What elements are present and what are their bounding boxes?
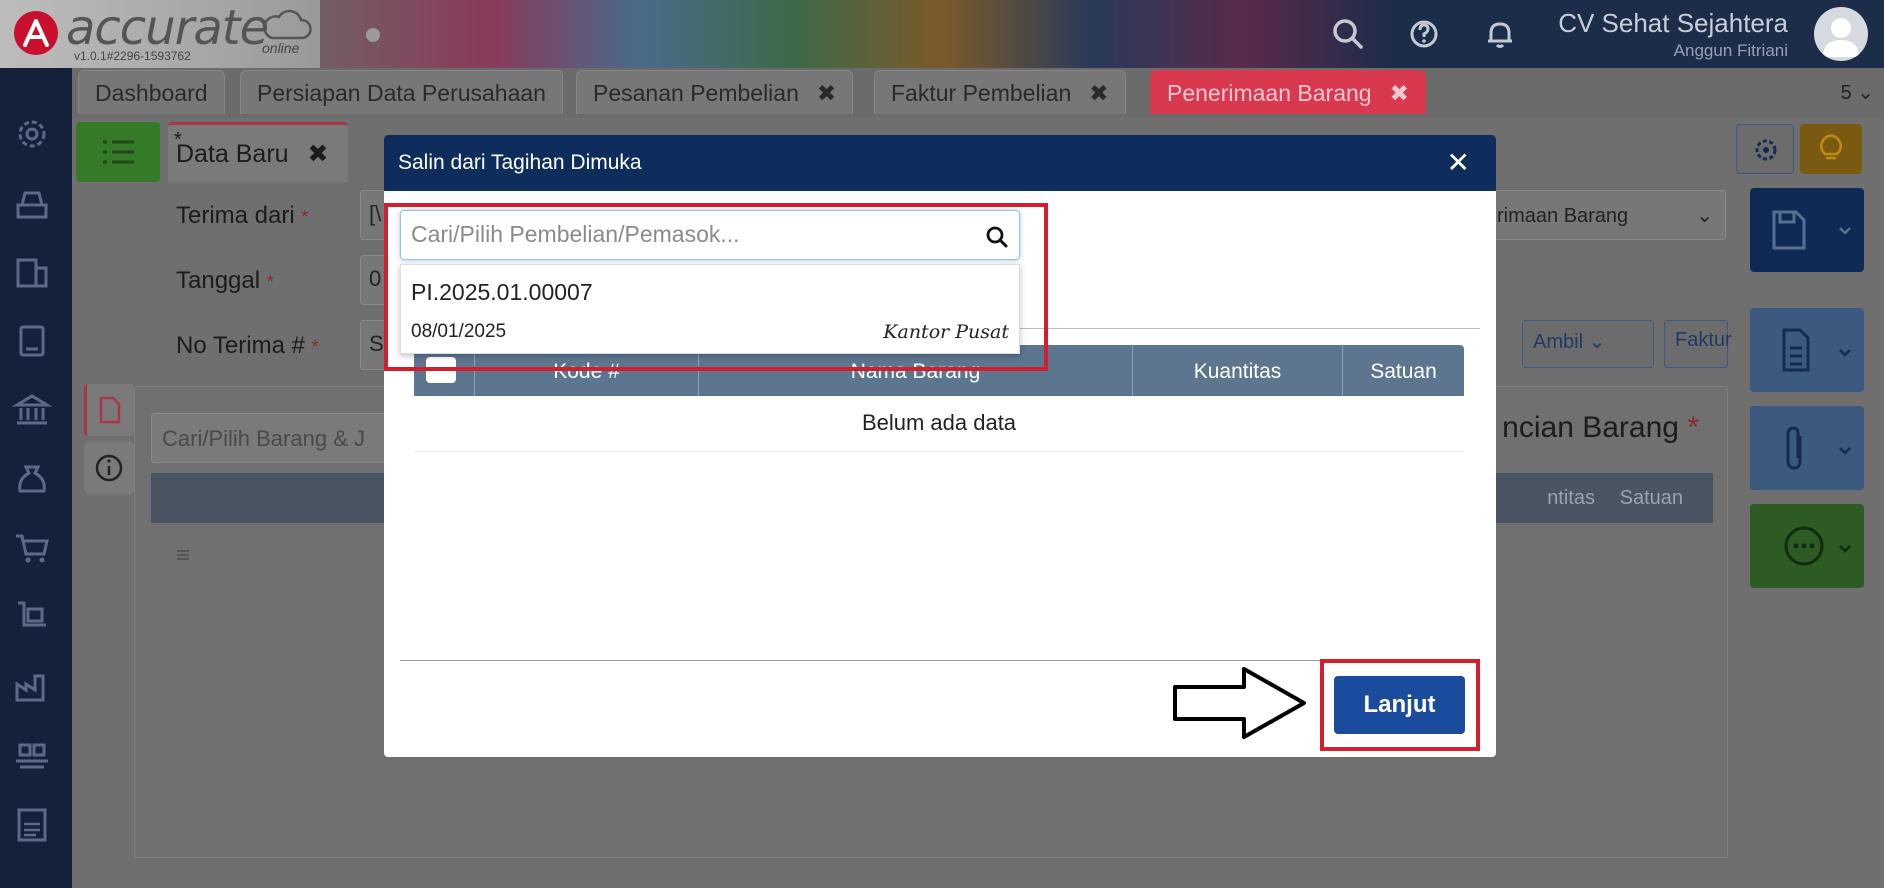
list-icon (103, 140, 134, 164)
cash-register-icon[interactable] (12, 183, 52, 223)
tab-label: Persiapan Data Perusahaan (257, 80, 546, 106)
faktur-button[interactable]: Faktur (1664, 320, 1732, 368)
module-tab-bar: Dashboard Persiapan Data Perusahaan Pesa… (72, 68, 1884, 118)
more-dots-icon (1784, 526, 1851, 566)
tab-label: Dashboard (95, 80, 208, 106)
info-tab-button[interactable] (84, 442, 134, 494)
document-lines-icon (1782, 328, 1851, 372)
app-version: v1.0.1#2296-1593762 (74, 49, 191, 63)
top-bar: accurate online v1.0.1#2296-1593762 CV S… (0, 0, 1884, 68)
tab-label: Pesanan Pembelian (593, 80, 799, 106)
settings-button[interactable] (1736, 124, 1794, 174)
transaction-type-select[interactable]: rimaan Barang ⌄ (1488, 190, 1726, 240)
avatar[interactable] (1814, 7, 1868, 61)
shopping-cart-icon[interactable] (12, 528, 52, 568)
money-bag-icon[interactable] (12, 459, 52, 499)
attachment-button[interactable] (1750, 406, 1864, 490)
copy-from-prepayment-dialog: Salin dari Tagihan Dimuka ✕ Kode # Nama … (384, 135, 1496, 757)
arrow-right-icon (1173, 667, 1306, 739)
building-icon[interactable] (12, 252, 52, 292)
terima-dari-label: Terima dari * (176, 202, 309, 229)
dialog-header: Salin dari Tagihan Dimuka ✕ (384, 135, 1496, 191)
tips-button[interactable] (1800, 124, 1862, 174)
user-avatar-icon (1823, 18, 1859, 57)
sidebar (0, 68, 72, 888)
tab-penerimaan-barang[interactable]: Penerimaan Barang ✖ (1150, 70, 1426, 114)
tab-faktur-pembelian[interactable]: Faktur Pembelian ✖ (874, 70, 1126, 114)
help-icon[interactable] (1404, 14, 1444, 54)
factory-icon[interactable] (12, 666, 52, 706)
company-info[interactable]: CV Sehat Sejahtera Anggun Fitriani (1558, 8, 1788, 61)
cloud-icon (263, 9, 312, 40)
save-floppy-icon (1772, 210, 1851, 250)
dialog-title: Salin dari Tagihan Dimuka (398, 151, 642, 174)
tab-label: Faktur Pembelian (891, 80, 1072, 106)
close-tab-icon[interactable]: ✖ (1089, 80, 1108, 106)
list-view-button[interactable] (76, 122, 160, 182)
conveyor-icon[interactable] (12, 735, 52, 775)
user-name: Anggun Fitriani (1673, 41, 1788, 60)
search-icon[interactable] (1328, 14, 1368, 54)
logo-subtitle: online (262, 40, 300, 56)
tab-persiapan-data-perusahaan[interactable]: Persiapan Data Perusahaan (240, 70, 563, 114)
drag-handle-icon[interactable] (173, 547, 193, 563)
document-icon (99, 396, 121, 424)
bell-icon[interactable] (1480, 14, 1520, 54)
doc-tab-button[interactable] (84, 384, 134, 436)
close-subtab-icon[interactable]: ✖ (308, 140, 329, 168)
subtab-label: Data Baru (176, 140, 289, 168)
empty-state: Belum ada data (414, 396, 1464, 452)
inventory-cart-icon[interactable] (12, 597, 52, 637)
button-highlight-box (1320, 659, 1480, 751)
close-dialog-icon[interactable]: ✕ (1447, 146, 1470, 179)
status-dot (366, 28, 380, 42)
gear-icon (1755, 139, 1777, 161)
col-satuan: Satuan (1619, 487, 1683, 509)
print-document-button[interactable] (1750, 308, 1864, 392)
col-kuantitas: ntitas (1547, 487, 1595, 509)
paperclip-icon (1786, 426, 1851, 470)
search-highlight-box (384, 203, 1048, 371)
app-logo[interactable]: accurate online v1.0.1#2296-1593762 (0, 0, 320, 68)
company-name: CV Sehat Sejahtera (1558, 8, 1788, 38)
chevron-down-icon: ⌄ (1696, 205, 1713, 227)
col-kuantitas: Kuantitas (1132, 345, 1342, 396)
section-title: ncian Barang * (1502, 411, 1699, 444)
lightbulb-icon (1820, 134, 1842, 160)
accurate-logo-icon (14, 11, 58, 55)
save-button[interactable] (1750, 188, 1864, 272)
tab-pesanan-pembelian[interactable]: Pesanan Pembelian ✖ (576, 70, 854, 114)
info-icon (95, 454, 123, 482)
footer-divider (400, 660, 1480, 661)
close-tab-icon[interactable]: ✖ (1390, 80, 1409, 106)
tab-label: Penerimaan Barang (1167, 80, 1372, 106)
close-tab-icon[interactable]: ✖ (817, 80, 836, 106)
tax-icon[interactable] (12, 804, 52, 844)
subtab-data-baru[interactable]: * Data Baru ✖ (168, 122, 348, 182)
logo-text: accurate (66, 0, 269, 56)
open-tab-count[interactable]: 5 ⌄ (1841, 80, 1874, 105)
no-terima-label: No Terima # * (176, 332, 319, 359)
ambil-button[interactable]: Ambil ⌄ (1522, 320, 1654, 368)
col-satuan: Satuan (1342, 345, 1464, 396)
more-actions-button[interactable] (1750, 504, 1864, 588)
settings-gear-icon[interactable] (12, 114, 52, 154)
bank-icon[interactable] (12, 390, 52, 430)
ledger-book-icon[interactable] (12, 321, 52, 361)
items-table-body: Belum ada data (414, 396, 1464, 636)
unsaved-marker: * (174, 129, 182, 151)
tanggal-label: Tanggal * (176, 267, 274, 294)
tab-dashboard[interactable]: Dashboard (78, 70, 225, 114)
